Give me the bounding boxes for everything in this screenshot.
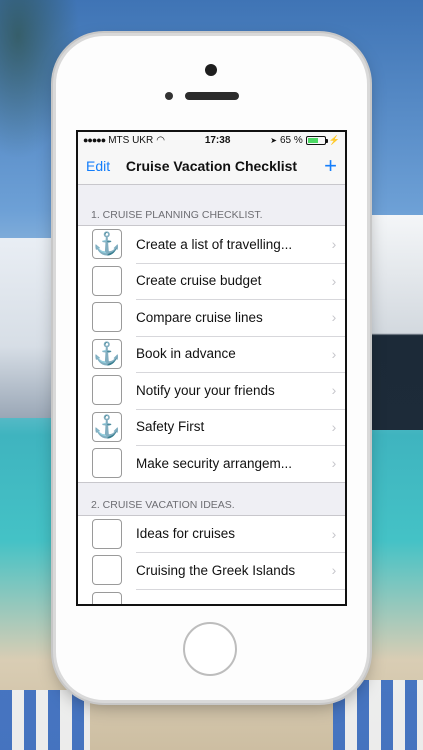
checkbox[interactable]: ⚓ [92,338,122,369]
navigation-bar: Edit Cruise Vacation Checklist + [78,148,345,185]
checkbox[interactable]: ⚓ [92,229,122,260]
charging-icon: ⚡ [328,134,340,145]
home-button[interactable] [183,622,237,676]
battery-percent: 65 % [279,134,303,146]
row-label: Create cruise budget [136,273,262,289]
chevron-right-icon: › [331,382,337,399]
battery-fill [307,137,319,143]
checkbox[interactable] [92,302,122,333]
carrier-name: MTS UKR [108,134,154,146]
section-rows: Ideas for cruises › Cruising the Greek Isl… [78,514,345,604]
section-rows: ⚓ Create a list of travelling... › Create c… [78,225,345,483]
checkbox[interactable]: ⚓ [92,411,122,442]
checkbox[interactable] [92,265,122,296]
location-icon: ➤ [270,135,277,145]
checklist-row[interactable]: ⚓ Safety First › [78,408,345,446]
battery-icon [305,135,328,145]
checkbox[interactable] [92,375,122,406]
anchor-check-icon: ⚓ [93,231,121,257]
chevron-right-icon: › [331,272,337,289]
row-label: Ideas for cruises [136,526,236,542]
proximity-sensor [165,92,173,100]
checklist-row[interactable]: Create cruise budget › [78,262,345,300]
signal-strength-icon: ●●●●● [83,135,106,145]
row-label: Make security arrangem... [136,455,293,471]
status-bar: ●●●●● MTS UKR ◠ 17:38 ➤ 65 % ⚡ [78,132,345,148]
checkbox[interactable] [92,555,122,586]
background-umbrella-left [0,690,90,750]
checkbox[interactable] [92,518,122,549]
chevron-right-icon: › [331,525,337,542]
page-title: Cruise Vacation Checklist [125,158,298,174]
checklist-table: 1. CRUISE PLANNING CHECKLIST. ⚓ Create a l… [78,185,345,604]
edit-button[interactable]: Edit [86,158,110,174]
wifi-icon: ◠ [156,134,165,146]
earpiece-speaker [185,92,239,100]
checklist-row[interactable]: ⚓ Create a list of travelling... › [78,226,345,263]
chevron-right-icon: › [331,309,337,326]
front-camera [205,64,217,76]
checklist-row[interactable]: ⚓ Book in advance › [78,335,345,373]
checklist-row[interactable]: Ideas for cruises › [78,516,345,553]
app-screen: ●●●●● MTS UKR ◠ 17:38 ➤ 65 % ⚡ Edit Crui… [76,130,347,606]
row-label: Compare cruise lines [136,309,263,325]
row-label: Create a list of travelling... [136,236,293,252]
checkbox[interactable] [92,591,122,604]
checklist-row[interactable] [78,588,345,604]
checklist-row[interactable]: Compare cruise lines › [78,299,345,336]
anchor-check-icon: ⚓ [93,340,121,366]
row-label: Book in advance [136,346,236,362]
row-label: Notify your your friends [136,382,275,398]
chevron-right-icon: › [331,345,337,362]
section-header: 1. CRUISE PLANNING CHECKLIST. [91,209,263,221]
status-time: 17:38 [204,134,231,146]
anchor-check-icon: ⚓ [93,413,121,439]
chevron-right-icon: › [331,455,337,472]
row-label: Cruising the Greek Islands [136,562,296,578]
chevron-right-icon: › [331,236,337,253]
phone-frame: ●●●●● MTS UKR ◠ 17:38 ➤ 65 % ⚡ Edit Crui… [56,36,367,700]
checklist-row[interactable]: Cruising the Greek Islands › [78,552,345,589]
battery-tip [325,138,328,143]
checklist-row[interactable]: Notify your your friends › [78,372,345,409]
checkbox[interactable] [92,448,122,479]
chevron-right-icon: › [331,418,337,435]
section-header: 2. CRUISE VACATION IDEAS. [91,498,235,511]
row-label: Safety First [136,419,205,435]
add-button[interactable]: + [324,155,337,177]
checklist-row[interactable]: Make security arrangem... › [78,445,345,482]
chevron-right-icon: › [331,562,337,579]
